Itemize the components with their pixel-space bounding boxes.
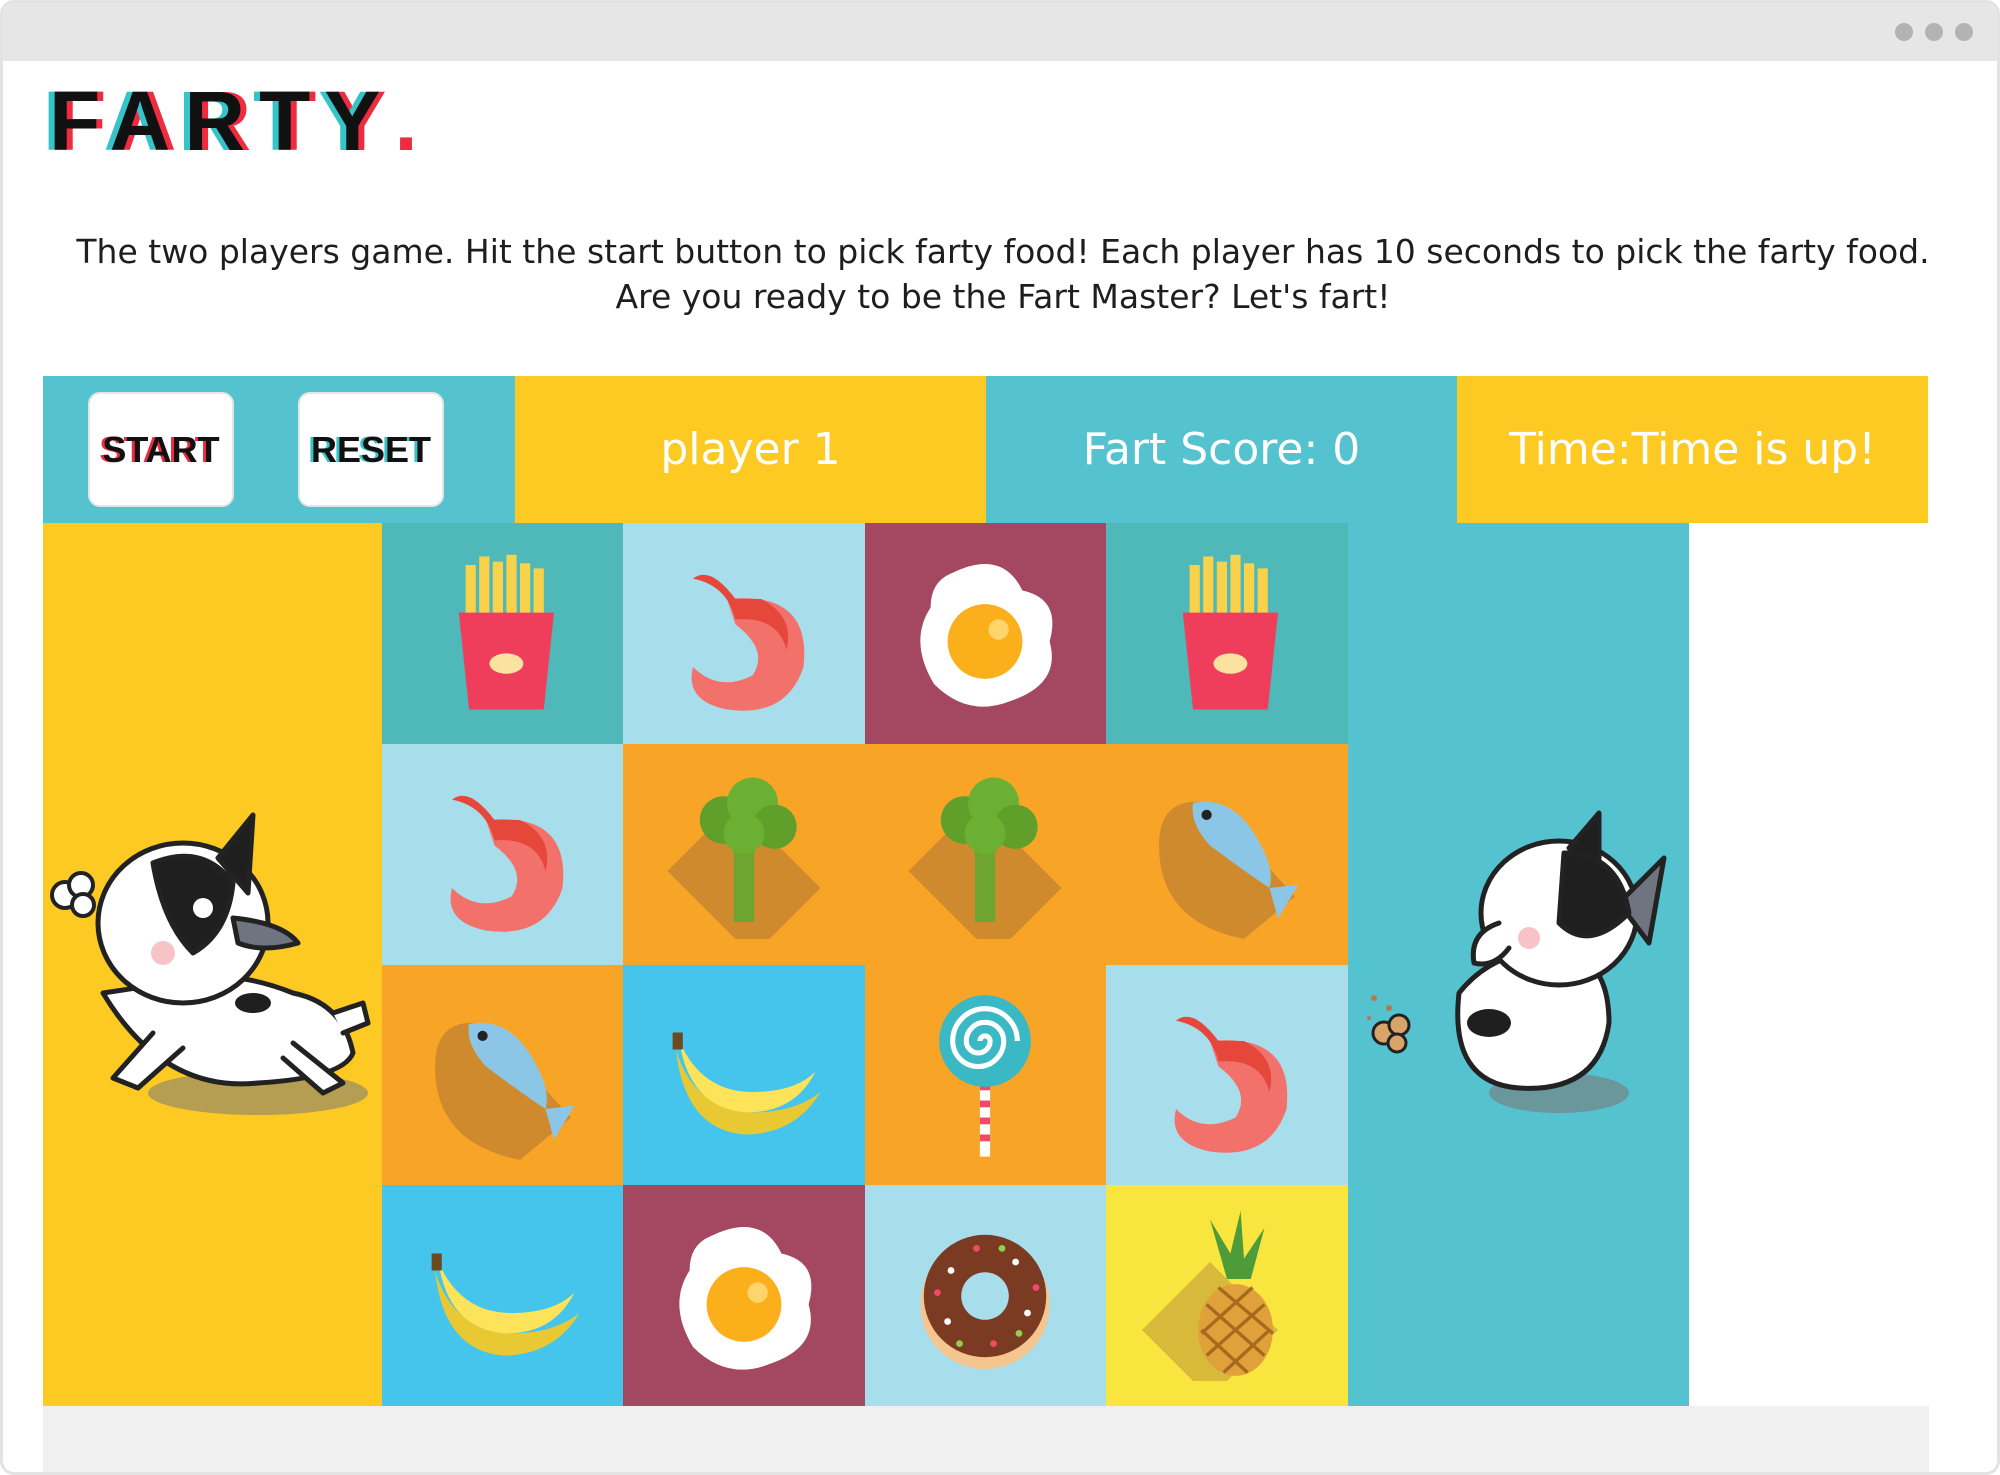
food-tile-broccoli[interactable]: [623, 743, 865, 965]
food-tile-shrimp[interactable]: [1106, 964, 1348, 1186]
food-tile-shrimp[interactable]: [623, 523, 865, 744]
timer-display: Time:Time is up!: [1457, 376, 1928, 523]
lollipop-icon: [939, 994, 1032, 1157]
dot-icon: [1925, 23, 1943, 41]
banana-icon: [672, 1032, 821, 1135]
fried-egg-icon: [679, 1226, 812, 1370]
food-tile-banana[interactable]: [382, 1185, 624, 1406]
food-tile-egg[interactable]: [864, 523, 1107, 744]
food-tile-fish[interactable]: [1106, 743, 1348, 965]
fried-egg-icon: [920, 564, 1053, 708]
dot-icon: [1955, 23, 1973, 41]
fart-score: Fart Score: 0: [986, 376, 1457, 523]
food-tile-donut[interactable]: [864, 1185, 1107, 1406]
broccoli-icon: [908, 777, 1062, 940]
dot-icon: [1895, 23, 1913, 41]
browser-title-bar: [3, 3, 1997, 61]
food-tile-shrimp[interactable]: [382, 743, 624, 965]
browser-window: FARTY. The two players game. Hit the sta…: [0, 0, 2000, 1475]
broccoli-icon: [667, 777, 821, 940]
start-button[interactable]: START: [88, 392, 234, 507]
shrimp-icon: [1174, 1016, 1288, 1153]
food-tile-lollipop[interactable]: [864, 964, 1107, 1186]
controls-panel: START RESET: [43, 376, 515, 523]
ellipsis-icon[interactable]: [1895, 23, 1973, 41]
player-2-side: [1349, 523, 1689, 1406]
logo-text: FARTY: [49, 74, 395, 168]
food-tile-fries[interactable]: [1106, 523, 1348, 744]
farty-logo: FARTY.: [49, 73, 418, 168]
player-1-side: [43, 523, 382, 1406]
donut-icon: [920, 1234, 1051, 1369]
game-description: The two players game. Hit the start butt…: [76, 232, 1930, 316]
fish-icon: [434, 1022, 575, 1160]
footer-strip: [43, 1406, 1929, 1472]
food-tile-pineapple[interactable]: [1106, 1185, 1348, 1406]
logo-dot: .: [394, 74, 418, 168]
player-indicator: player 1: [515, 376, 986, 523]
food-tile-broccoli[interactable]: [864, 743, 1107, 965]
game-board: [43, 523, 1929, 1406]
reset-button[interactable]: RESET: [298, 392, 444, 507]
food-tile-fries[interactable]: [382, 523, 624, 744]
food-tile-fish[interactable]: [382, 964, 624, 1186]
food-tile-egg[interactable]: [623, 1185, 865, 1406]
pineapple-icon: [1141, 1210, 1278, 1381]
fish-icon: [1158, 801, 1299, 940]
game-header: START RESET player 1 Fart Score: 0 Time:…: [43, 376, 1929, 523]
shrimp-icon: [450, 795, 563, 932]
shrimp-icon: [691, 575, 805, 712]
fries-icon: [1182, 555, 1278, 710]
fries-icon: [458, 555, 554, 710]
french-bulldog-farting-icon: [1367, 810, 1667, 1113]
food-tile-banana[interactable]: [623, 964, 865, 1186]
french-bulldog-farting-icon: [50, 812, 371, 1115]
banana-icon: [431, 1253, 580, 1356]
